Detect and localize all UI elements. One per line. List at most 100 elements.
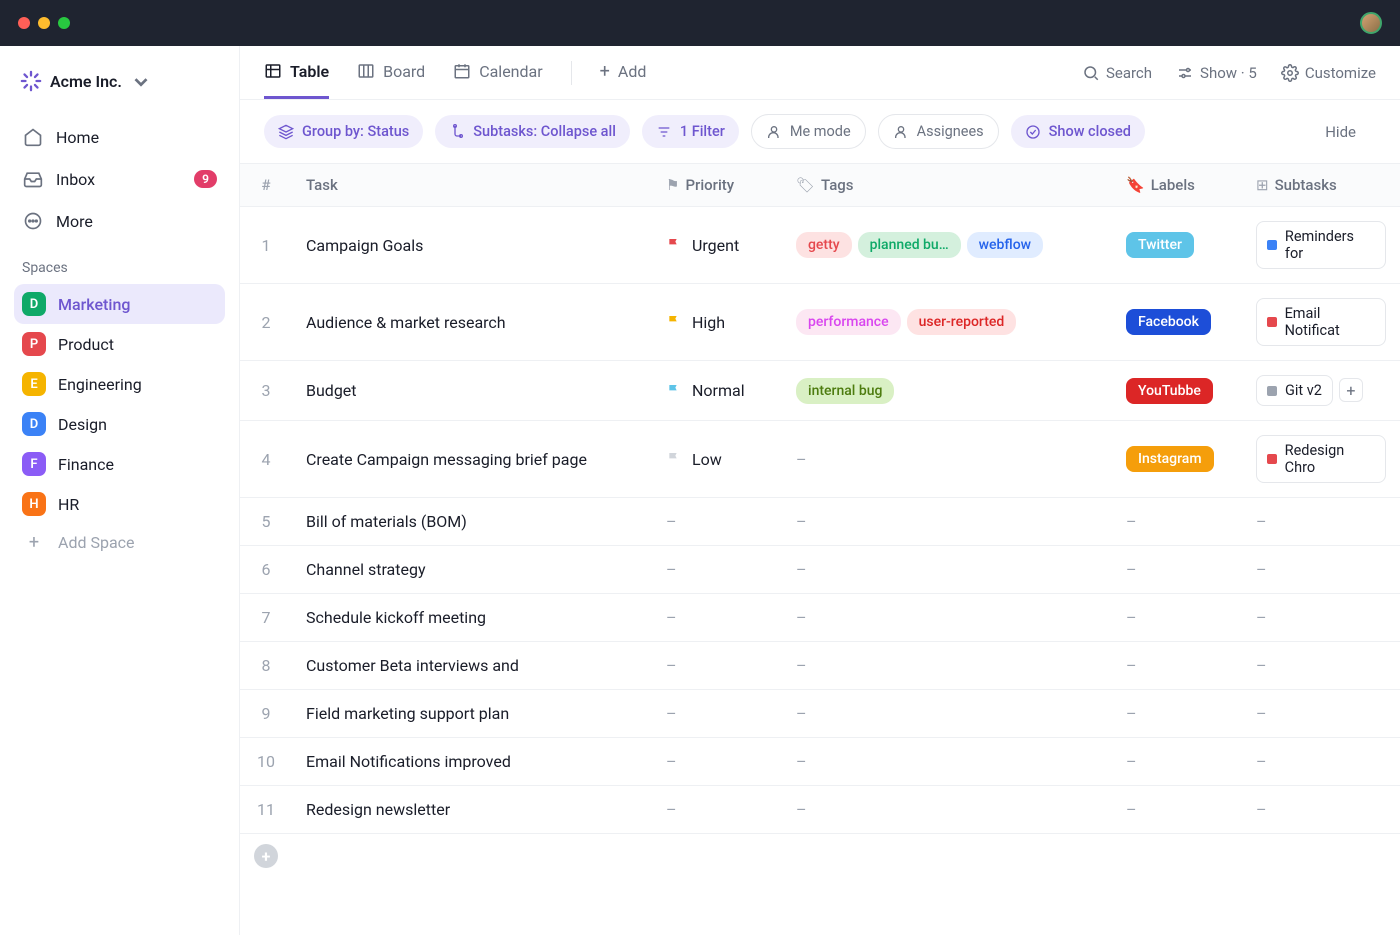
task-row[interactable]: 7 Schedule kickoff meeting – – – – (240, 594, 1400, 642)
subtasks-cell[interactable]: – (1242, 786, 1400, 834)
nav-inbox[interactable]: Inbox 9 (14, 158, 225, 200)
task-row[interactable]: 11 Redesign newsletter – – – – (240, 786, 1400, 834)
label-pill[interactable]: Twitter (1126, 232, 1194, 258)
show-button[interactable]: Show · 5 (1176, 64, 1257, 82)
subtasks-cell[interactable]: Email Notificat (1242, 284, 1400, 361)
minimize-window[interactable] (38, 17, 50, 29)
labels-cell[interactable]: – (1112, 498, 1242, 546)
tab-calendar[interactable]: Calendar (453, 46, 542, 99)
add-subtask-button[interactable]: + (1339, 378, 1363, 402)
priority-cell[interactable]: – (652, 786, 782, 834)
subtasks-cell[interactable]: Redesign Chro (1242, 421, 1400, 498)
filter-chip[interactable]: 1 Filter (642, 115, 739, 148)
task-row[interactable]: 9 Field marketing support plan – – – – (240, 690, 1400, 738)
task-row[interactable]: 8 Customer Beta interviews and – – – – (240, 642, 1400, 690)
tags-cell[interactable]: – (782, 690, 1112, 738)
subtasks-cell[interactable]: Reminders for (1242, 207, 1400, 284)
labels-cell[interactable]: Instagram (1112, 421, 1242, 498)
tag-pill[interactable]: planned bu… (858, 232, 961, 258)
labels-cell[interactable]: Twitter (1112, 207, 1242, 284)
task-row[interactable]: 1 Campaign Goals Urgent gettyplanned bu…… (240, 207, 1400, 284)
priority-cell[interactable]: – (652, 690, 782, 738)
subtask-pill[interactable]: Redesign Chro (1256, 435, 1386, 483)
task-name[interactable]: Campaign Goals (292, 207, 652, 284)
tag-pill[interactable]: internal bug (796, 378, 894, 404)
priority-cell[interactable]: Low (652, 421, 782, 498)
show-closed-chip[interactable]: Show closed (1011, 115, 1145, 148)
priority-cell[interactable]: Normal (652, 361, 782, 421)
priority-cell[interactable]: Urgent (652, 207, 782, 284)
labels-cell[interactable]: YouTubbe (1112, 361, 1242, 421)
me-mode-chip[interactable]: Me mode (751, 114, 866, 149)
subtasks-chip[interactable]: Subtasks: Collapse all (435, 115, 630, 148)
tag-pill[interactable]: webflow (967, 232, 1043, 258)
tags-cell[interactable]: internal bug (782, 361, 1112, 421)
add-view-button[interactable]: + Add (600, 46, 647, 99)
col-number[interactable]: # (240, 164, 292, 207)
col-tags[interactable]: 🏷Tags (782, 164, 1112, 207)
tags-cell[interactable]: performanceuser-reported (782, 284, 1112, 361)
col-priority[interactable]: ⚑Priority (652, 164, 782, 207)
nav-more[interactable]: More (14, 200, 225, 242)
priority-cell[interactable]: – (652, 546, 782, 594)
task-row[interactable]: 6 Channel strategy – – – – (240, 546, 1400, 594)
subtasks-cell[interactable]: – (1242, 546, 1400, 594)
subtasks-cell[interactable]: – (1242, 642, 1400, 690)
col-labels[interactable]: 🔖Labels (1112, 164, 1242, 207)
labels-cell[interactable]: Facebook (1112, 284, 1242, 361)
subtasks-cell[interactable]: – (1242, 498, 1400, 546)
tags-cell[interactable]: – (782, 786, 1112, 834)
task-name[interactable]: Field marketing support plan (292, 690, 652, 738)
subtask-pill[interactable]: Git v2 (1256, 375, 1333, 406)
space-item-hr[interactable]: HHR (14, 484, 225, 524)
priority-cell[interactable]: High (652, 284, 782, 361)
space-item-design[interactable]: DDesign (14, 404, 225, 444)
subtasks-cell[interactable]: Git v2+ (1242, 361, 1400, 421)
col-subtasks[interactable]: ⊞Subtasks (1242, 164, 1400, 207)
task-name[interactable]: Schedule kickoff meeting (292, 594, 652, 642)
hide-button[interactable]: Hide (1325, 123, 1376, 141)
tags-cell[interactable]: – (782, 594, 1112, 642)
tags-cell[interactable]: gettyplanned bu…webflow (782, 207, 1112, 284)
tags-cell[interactable]: – (782, 421, 1112, 498)
tags-cell[interactable]: – (782, 498, 1112, 546)
task-name[interactable]: Audience & market research (292, 284, 652, 361)
labels-cell[interactable]: – (1112, 690, 1242, 738)
nav-home[interactable]: Home (14, 116, 225, 158)
tab-board[interactable]: Board (357, 46, 425, 99)
priority-cell[interactable]: – (652, 498, 782, 546)
task-row[interactable]: 10 Email Notifications improved – – – – (240, 738, 1400, 786)
tag-pill[interactable]: user-reported (907, 309, 1017, 335)
label-pill[interactable]: Facebook (1126, 309, 1211, 335)
space-item-finance[interactable]: FFinance (14, 444, 225, 484)
group-by-chip[interactable]: Group by: Status (264, 115, 423, 148)
task-name[interactable]: Email Notifications improved (292, 738, 652, 786)
task-name[interactable]: Budget (292, 361, 652, 421)
task-name[interactable]: Redesign newsletter (292, 786, 652, 834)
add-task-row[interactable]: + (240, 834, 1400, 878)
customize-button[interactable]: Customize (1281, 64, 1376, 82)
space-item-engineering[interactable]: EEngineering (14, 364, 225, 404)
tab-table[interactable]: Table (264, 46, 329, 99)
space-item-marketing[interactable]: DMarketing (14, 284, 225, 324)
subtasks-cell[interactable]: – (1242, 594, 1400, 642)
task-row[interactable]: 3 Budget Normal internal bug YouTubbe Gi… (240, 361, 1400, 421)
tags-cell[interactable]: – (782, 546, 1112, 594)
user-avatar[interactable] (1360, 12, 1382, 34)
task-row[interactable]: 2 Audience & market research High perfor… (240, 284, 1400, 361)
labels-cell[interactable]: – (1112, 594, 1242, 642)
search-button[interactable]: Search (1082, 64, 1152, 82)
label-pill[interactable]: Instagram (1126, 446, 1214, 472)
tags-cell[interactable]: – (782, 642, 1112, 690)
add-space-button[interactable]: + Add Space (14, 524, 225, 561)
labels-cell[interactable]: – (1112, 786, 1242, 834)
task-row[interactable]: 4 Create Campaign messaging brief page L… (240, 421, 1400, 498)
label-pill[interactable]: YouTubbe (1126, 378, 1213, 404)
subtask-pill[interactable]: Email Notificat (1256, 298, 1386, 346)
tags-cell[interactable]: – (782, 738, 1112, 786)
labels-cell[interactable]: – (1112, 738, 1242, 786)
priority-cell[interactable]: – (652, 594, 782, 642)
labels-cell[interactable]: – (1112, 642, 1242, 690)
priority-cell[interactable]: – (652, 642, 782, 690)
close-window[interactable] (18, 17, 30, 29)
